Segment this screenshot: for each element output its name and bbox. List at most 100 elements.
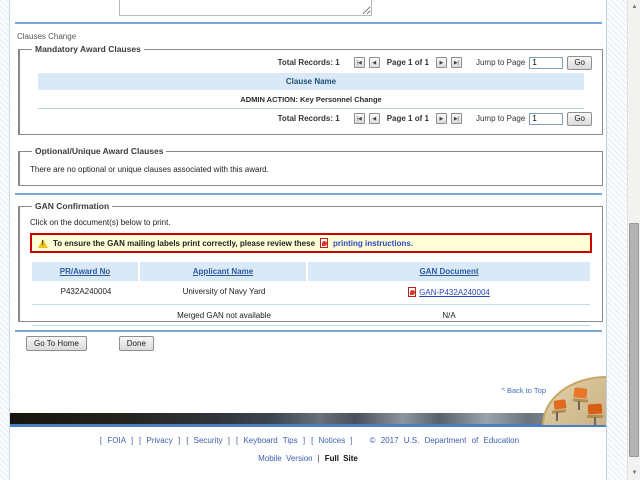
full-site-label: Full Site	[325, 454, 358, 463]
applicant-name-cell: University of Navy Yard	[140, 281, 308, 304]
jump-to-page-input[interactable]	[529, 57, 563, 69]
warning-icon: !	[38, 239, 48, 248]
desk-shape	[573, 398, 588, 402]
no-optional-clauses-message: There are no optional or unique clauses …	[30, 165, 594, 174]
prev-page-button[interactable]: ◀	[369, 57, 380, 68]
footer-separator: |	[318, 454, 320, 463]
bracket: ]	[228, 436, 230, 445]
optional-legend: Optional/Unique Award Clauses	[32, 146, 166, 156]
header-cell: GAN Document	[308, 262, 590, 281]
footer-link-group: [ Privacy ]	[139, 436, 180, 445]
chair-shape	[553, 399, 566, 410]
first-page-button[interactable]: |◀	[354, 113, 365, 124]
total-records-label: Total Records:	[278, 114, 333, 123]
done-button[interactable]: Done	[119, 336, 154, 351]
footer-link-privacy[interactable]: Privacy	[141, 436, 178, 445]
gan-warning-banner: ! To ensure the GAN mailing labels print…	[30, 233, 592, 253]
go-button[interactable]: Go	[567, 112, 592, 126]
gan-document-cell: N/A	[308, 305, 590, 325]
mobile-version-link[interactable]: Mobile Version	[258, 454, 312, 463]
desk-shape	[552, 409, 566, 413]
comments-textarea[interactable]	[119, 0, 372, 16]
pdf-icon[interactable]	[320, 238, 328, 248]
gan-document-table: PR/Award No Applicant Name GAN Document …	[32, 262, 590, 326]
scrollbar-thumb[interactable]	[629, 223, 639, 457]
back-to-top-link[interactable]: ^ Back to Top	[501, 386, 546, 395]
pagination-bar-top: Total Records: 1 |◀ ◀ Page 1 of 1 ▶ ▶| J…	[28, 55, 594, 70]
pagination-bar-bottom: Total Records: 1 |◀ ◀ Page 1 of 1 ▶ ▶| J…	[28, 111, 594, 126]
last-page-button[interactable]: ▶|	[451, 57, 462, 68]
gan-table-header-row: PR/Award No Applicant Name GAN Document	[32, 262, 590, 281]
gan-document-link[interactable]: GAN-P432A240004	[419, 288, 490, 297]
sort-pr-award-no-link[interactable]: PR/Award No	[60, 267, 111, 276]
section-divider-top	[15, 22, 602, 24]
header-cell: PR/Award No	[32, 262, 140, 281]
footer-link-group: [ FOIA ]	[100, 436, 133, 445]
first-page-button[interactable]: |◀	[354, 57, 365, 68]
gan-confirmation-section: GAN Confirmation Click on the document(s…	[18, 201, 603, 322]
scroll-up-arrow-icon[interactable]: ▲	[628, 1, 640, 13]
gan-table-row: Merged GAN not available N/A	[32, 305, 590, 326]
total-records-value: 1	[335, 114, 339, 123]
bracket: ]	[303, 436, 305, 445]
gan-table-row: P432A240004 University of Navy Yard GAN-…	[32, 281, 590, 305]
page-content: Clauses Change Mandatory Award Clauses T…	[9, 0, 607, 480]
footer-site-mode-row: Mobile Version | Full Site	[10, 454, 606, 463]
mandatory-legend: Mandatory Award Clauses	[32, 44, 144, 54]
clause-row: ADMIN ACTION: Key Personnel Change	[38, 90, 584, 109]
footer-link-group: [ Notices ]	[311, 436, 353, 445]
section-divider-mid	[15, 193, 602, 195]
desk-leg-shape	[578, 401, 580, 410]
classroom-photo	[542, 376, 606, 425]
footer-link-security[interactable]: Security	[188, 436, 227, 445]
copyright-text: © 2017 U.S. Department of Education	[370, 436, 519, 445]
printing-instructions-link[interactable]: printing instructions.	[333, 239, 413, 248]
pr-award-no-cell: P432A240004	[32, 281, 140, 304]
page-title: Clauses Change	[17, 32, 76, 41]
page-indicator: Page 1 of 1	[387, 58, 429, 67]
jump-to-page-input[interactable]	[529, 113, 563, 125]
clause-name-column-header: Clause Name	[38, 73, 584, 90]
gan-document-cell: GAN-P432A240004	[308, 281, 590, 304]
sort-applicant-name-link[interactable]: Applicant Name	[193, 267, 253, 276]
gan-document-link-wrap: GAN-P432A240004	[408, 287, 490, 297]
footer-links-row: [ FOIA ] [ Privacy ] [ Security ] [ Keyboar…	[10, 436, 606, 445]
next-page-button[interactable]: ▶	[436, 57, 447, 68]
section-divider-bottom	[15, 330, 602, 332]
warning-text: To ensure the GAN mailing labels print c…	[53, 239, 315, 248]
footer-link-notices[interactable]: Notices	[313, 436, 350, 445]
total-records: Total Records: 1	[278, 58, 340, 67]
bracket: ]	[350, 436, 352, 445]
last-page-button[interactable]: ▶|	[451, 113, 462, 124]
browser-viewport: Clauses Change Mandatory Award Clauses T…	[0, 0, 640, 480]
action-button-row: Go To Home Done	[26, 336, 154, 351]
go-button[interactable]: Go	[567, 56, 592, 70]
scroll-down-arrow-icon[interactable]: ▼	[628, 467, 640, 479]
next-page-button[interactable]: ▶	[436, 113, 447, 124]
footer-link-keyboard-tips[interactable]: Keyboard Tips	[238, 436, 303, 445]
prev-page-button[interactable]: ◀	[369, 113, 380, 124]
footer-link-foia[interactable]: FOIA	[102, 436, 131, 445]
go-to-home-button[interactable]: Go To Home	[26, 336, 87, 351]
optional-unique-clauses-section: Optional/Unique Award Clauses There are …	[18, 146, 603, 186]
jump-to-page-label: Jump to Page	[476, 114, 525, 123]
total-records: Total Records: 1	[278, 114, 340, 123]
gan-legend: GAN Confirmation	[32, 201, 112, 211]
chair-shape	[588, 404, 603, 415]
jump-to-page-label: Jump to Page	[476, 58, 525, 67]
vertical-scrollbar[interactable]: ▲ ▼	[627, 0, 640, 480]
footer-link-group: [ Keyboard Tips ]	[236, 436, 305, 445]
footer-link-group: [ Security ]	[186, 436, 230, 445]
header-cell: Applicant Name	[140, 262, 308, 281]
bracket: ]	[178, 436, 180, 445]
bracket: ]	[131, 436, 133, 445]
desk-leg-shape	[556, 412, 558, 421]
total-records-label: Total Records:	[278, 58, 333, 67]
total-records-value: 1	[335, 58, 339, 67]
chair-shape	[574, 387, 588, 398]
pdf-icon[interactable]	[408, 287, 416, 297]
sort-gan-document-link[interactable]: GAN Document	[419, 267, 478, 276]
applicant-name-cell: Merged GAN not available	[140, 305, 308, 325]
desk-leg-shape	[594, 417, 596, 425]
page-indicator: Page 1 of 1	[387, 114, 429, 123]
